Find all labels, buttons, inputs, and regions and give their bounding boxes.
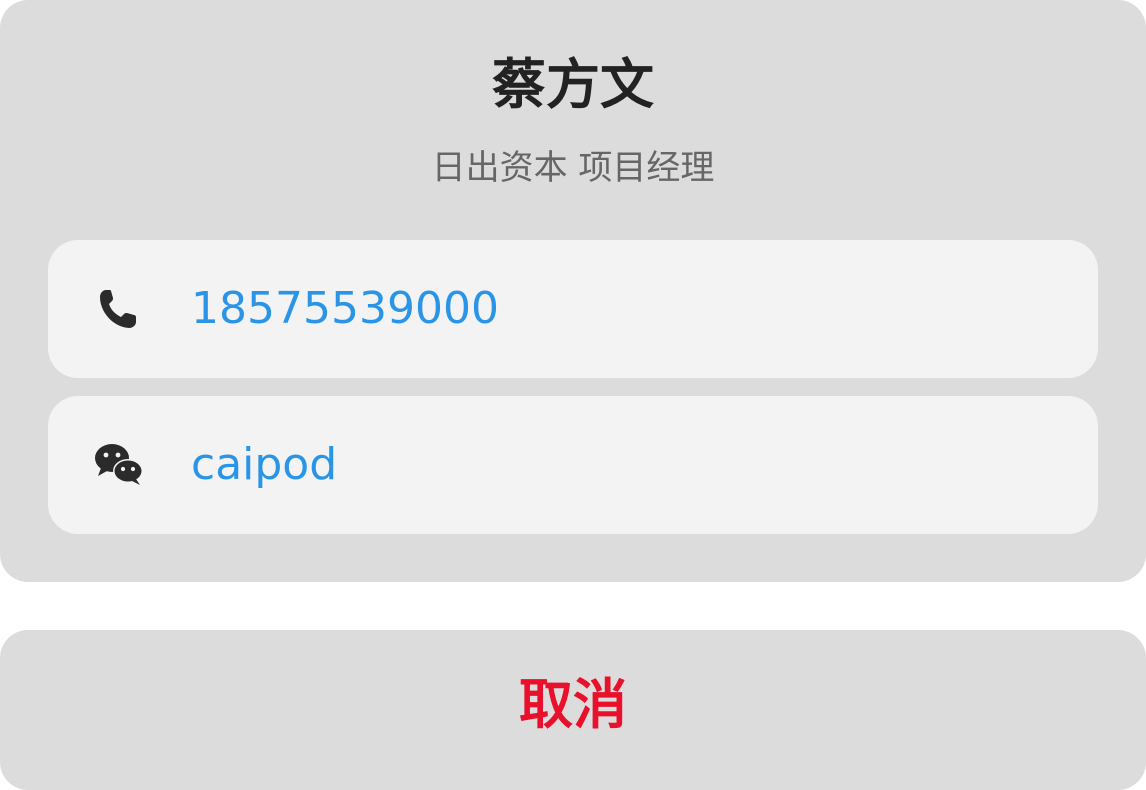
cancel-button[interactable]: 取消 bbox=[0, 630, 1146, 790]
wechat-id[interactable]: caipod bbox=[191, 396, 337, 534]
cancel-label: 取消 bbox=[519, 673, 627, 736]
contact-subtitle: 日出资本 项目经理 bbox=[431, 148, 715, 188]
phone-icon bbox=[92, 284, 148, 334]
phone-number[interactable]: 18575539000 bbox=[191, 240, 499, 378]
wechat-icon bbox=[92, 440, 148, 490]
contact-card-sheet: 蔡方文 日出资本 项目经理 18575539000 caipod bbox=[0, 0, 1146, 582]
phone-row[interactable]: 18575539000 bbox=[48, 240, 1098, 378]
contact-name: 蔡方文 bbox=[492, 53, 654, 116]
wechat-row[interactable]: caipod bbox=[48, 396, 1098, 534]
